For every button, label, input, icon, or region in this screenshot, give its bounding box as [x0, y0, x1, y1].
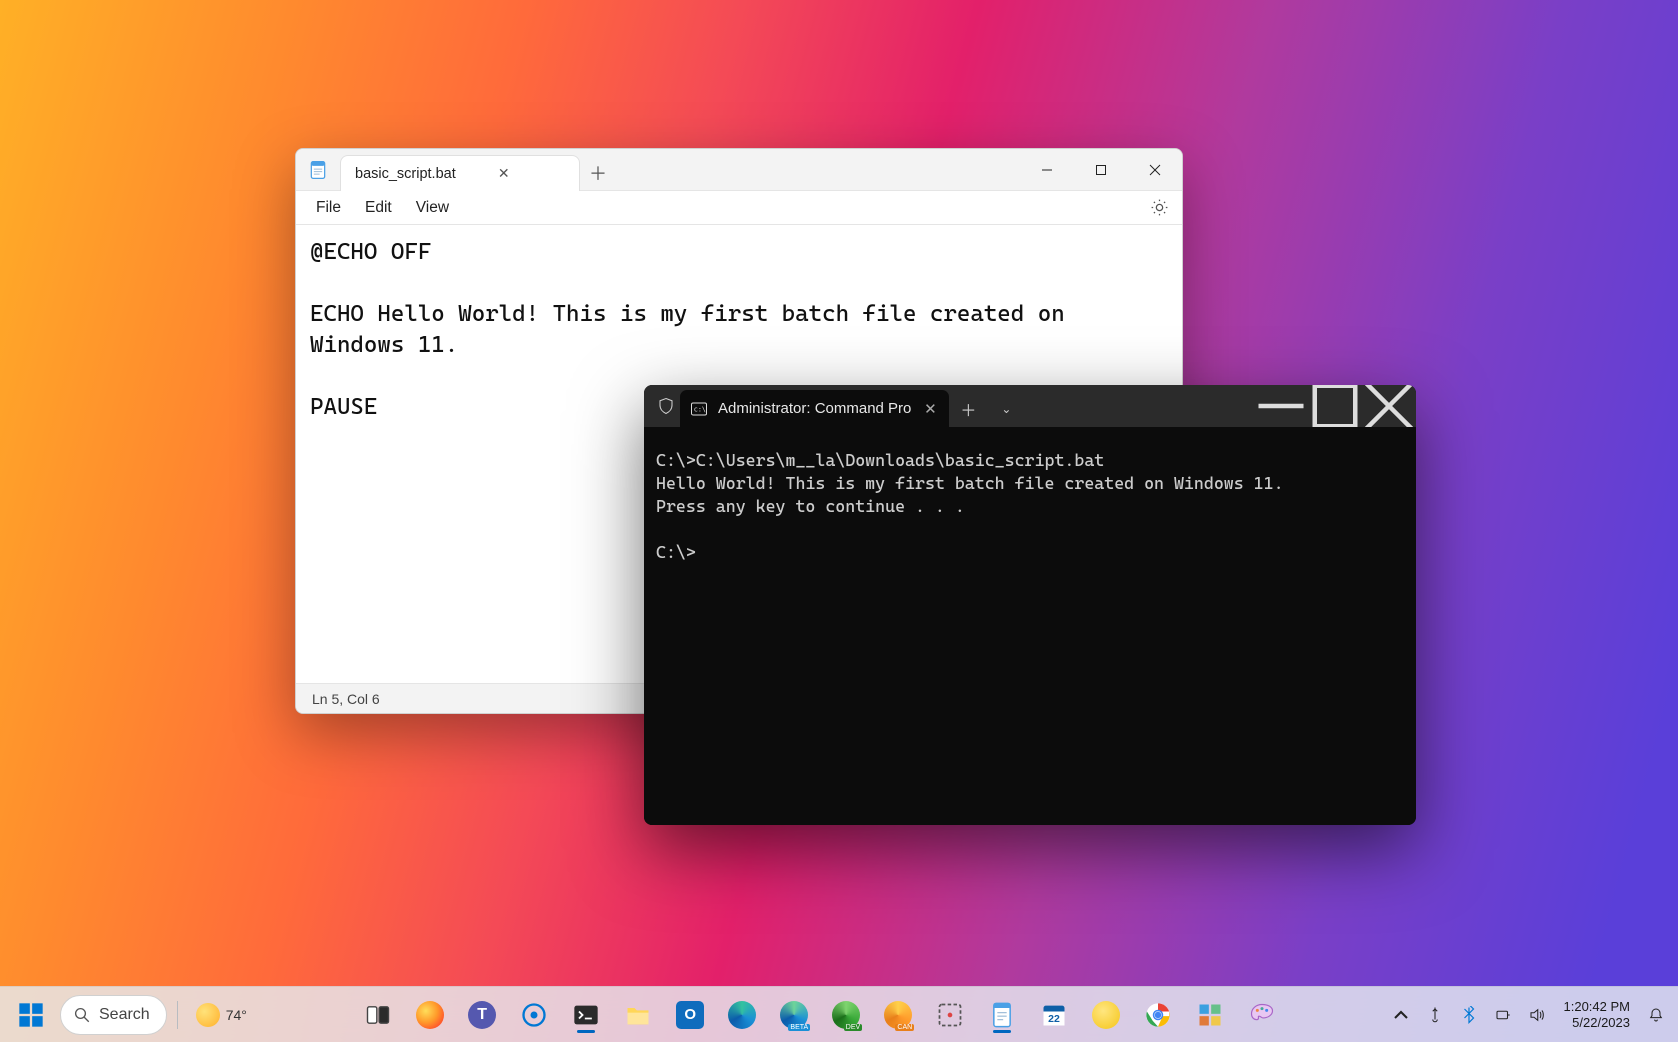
close-button[interactable]	[1362, 385, 1416, 427]
close-button[interactable]	[1128, 149, 1182, 190]
taskbar-app-edge-beta[interactable]: BETA	[771, 995, 817, 1035]
taskbar-app-paint[interactable]	[1239, 995, 1285, 1035]
tab-close-icon[interactable]: ✕	[921, 400, 939, 418]
clock-date: 5/22/2023	[1572, 1015, 1630, 1031]
menu-view[interactable]: View	[404, 195, 461, 221]
taskbar-app-snipping-tool[interactable]	[927, 995, 973, 1035]
taskbar-apps: T O BETA DEV CAN 22	[255, 995, 1386, 1035]
maximize-button[interactable]	[1074, 149, 1128, 190]
start-button[interactable]	[8, 995, 54, 1035]
tab-close-icon[interactable]: ✕	[496, 166, 512, 182]
cmd-icon: c:\	[690, 400, 708, 418]
weather-widget[interactable]: 74°	[188, 995, 255, 1035]
taskbar-app-tips[interactable]	[1083, 995, 1129, 1035]
new-tab-button[interactable]: ＋	[949, 390, 987, 427]
taskbar-app-notepad[interactable]	[979, 995, 1025, 1035]
taskbar-app-task-view[interactable]	[355, 995, 401, 1035]
taskbar-app-chrome[interactable]	[1135, 995, 1181, 1035]
minimize-button[interactable]	[1254, 385, 1308, 427]
shield-icon	[652, 385, 680, 427]
notepad-menubar: File Edit View	[296, 191, 1182, 225]
taskbar-app-firefox[interactable]	[407, 995, 453, 1035]
taskbar-app-terminal[interactable]	[563, 995, 609, 1035]
terminal-tab-title: Administrator: Command Pro	[718, 400, 911, 417]
tab-dropdown-icon[interactable]: ⌄	[987, 390, 1025, 427]
minimize-button[interactable]	[1020, 149, 1074, 190]
settings-gear-icon[interactable]	[1144, 193, 1174, 223]
taskbar-app-edge-canary[interactable]: CAN	[875, 995, 921, 1035]
tray-overflow-icon[interactable]	[1386, 995, 1416, 1035]
taskbar-clock[interactable]: 1:20:42 PM 5/22/2023	[1556, 999, 1639, 1030]
taskbar-app-settings[interactable]	[511, 995, 557, 1035]
svg-text:22: 22	[1048, 1013, 1060, 1025]
notepad-tab[interactable]: basic_script.bat ✕	[340, 155, 580, 191]
menu-file[interactable]: File	[304, 195, 353, 221]
taskbar-app-edge[interactable]	[719, 995, 765, 1035]
taskbar-app-calendar[interactable]: 22	[1031, 995, 1077, 1035]
taskbar-app-file-explorer[interactable]	[615, 995, 661, 1035]
svg-text:c:\: c:\	[694, 405, 706, 413]
taskbar-app-teams[interactable]: T	[459, 995, 505, 1035]
tray-volume-icon[interactable]	[1522, 995, 1552, 1035]
notepad-app-icon	[296, 149, 340, 190]
taskbar-app-powertoys[interactable]	[1187, 995, 1233, 1035]
terminal-titlebar[interactable]: c:\ Administrator: Command Pro ✕ ＋ ⌄	[644, 385, 1416, 427]
clock-time: 1:20:42 PM	[1564, 999, 1631, 1015]
terminal-tab[interactable]: c:\ Administrator: Command Pro ✕	[680, 390, 949, 427]
taskbar-search[interactable]: Search	[60, 995, 167, 1035]
taskbar-app-outlook[interactable]: O	[667, 995, 713, 1035]
taskbar-divider	[177, 1001, 178, 1029]
notification-center-icon[interactable]	[1642, 995, 1670, 1035]
tray-usb-icon[interactable]	[1420, 995, 1450, 1035]
terminal-output[interactable]: C:\>C:\Users\m__la\Downloads\basic_scrip…	[644, 427, 1416, 825]
new-tab-button[interactable]: ＋	[580, 155, 616, 190]
maximize-button[interactable]	[1308, 385, 1362, 427]
terminal-window: c:\ Administrator: Command Pro ✕ ＋ ⌄ C:\…	[644, 385, 1416, 825]
weather-temp: 74°	[226, 1007, 247, 1023]
weather-sun-icon	[196, 1003, 220, 1027]
taskbar-app-edge-dev[interactable]: DEV	[823, 995, 869, 1035]
menu-edit[interactable]: Edit	[353, 195, 404, 221]
notepad-tab-title: basic_script.bat	[355, 166, 456, 182]
tray-bluetooth-icon[interactable]	[1454, 995, 1484, 1035]
tray-network-icon[interactable]	[1488, 995, 1518, 1035]
notepad-titlebar[interactable]: basic_script.bat ✕ ＋	[296, 149, 1182, 191]
cursor-position: Ln 5, Col 6	[312, 691, 380, 707]
taskbar: Search 74° T O BETA DEV CAN 22 1:	[0, 986, 1678, 1042]
search-icon	[73, 1006, 91, 1024]
search-label: Search	[99, 1006, 150, 1024]
